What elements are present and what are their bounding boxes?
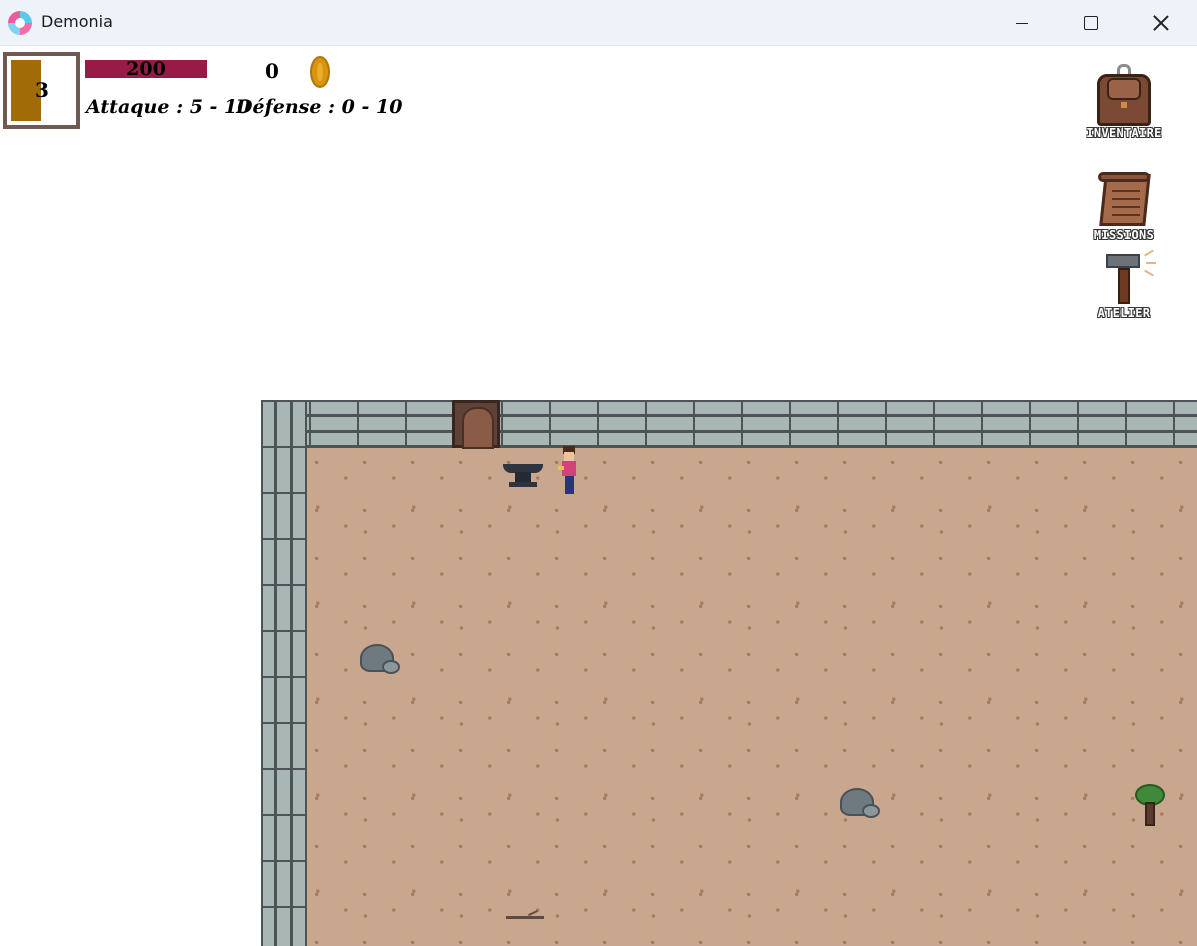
wooden-door[interactable] — [452, 400, 500, 449]
backpack-icon — [1091, 64, 1157, 126]
gold-count: 0 — [265, 59, 279, 83]
workshop-button[interactable]: ATELIER — [1072, 249, 1176, 320]
gold-coin-icon — [310, 56, 330, 88]
game-world[interactable] — [261, 400, 1197, 946]
minimize-icon — [1016, 22, 1028, 24]
level-number: 3 — [35, 78, 49, 102]
maximize-button[interactable] — [1068, 0, 1114, 46]
minimize-button[interactable] — [999, 0, 1045, 46]
attack-stat: Attaque : 5 - 10 — [86, 96, 251, 118]
stone-wall-left — [261, 400, 307, 946]
maximize-icon — [1084, 16, 1098, 30]
stone-wall-top — [261, 400, 1197, 448]
stick-icon[interactable] — [506, 916, 544, 919]
close-button[interactable] — [1138, 0, 1184, 46]
close-icon — [1153, 15, 1169, 31]
inventory-button[interactable]: INVENTAIRE — [1072, 64, 1176, 140]
defense-stat: Défense : 0 - 10 — [236, 96, 403, 118]
hammer-icon — [1092, 249, 1156, 306]
rock-icon[interactable] — [356, 644, 402, 678]
level-indicator: 3 — [3, 52, 80, 129]
player-character — [558, 446, 580, 496]
inventory-label: INVENTAIRE — [1086, 126, 1162, 140]
health-bar: 200 — [85, 60, 207, 79]
missions-button[interactable]: MISSIONS — [1072, 170, 1176, 242]
rock-icon[interactable] — [836, 788, 882, 822]
anvil-icon[interactable] — [503, 464, 543, 488]
title-bar: Demonia — [0, 0, 1197, 46]
window-title: Demonia — [41, 12, 113, 31]
workshop-label: ATELIER — [1097, 306, 1151, 320]
missions-label: MISSIONS — [1093, 228, 1155, 242]
tree-icon[interactable] — [1133, 784, 1167, 830]
dirt-floor — [307, 448, 1197, 946]
app-icon — [8, 11, 32, 35]
scroll-icon — [1094, 170, 1154, 228]
